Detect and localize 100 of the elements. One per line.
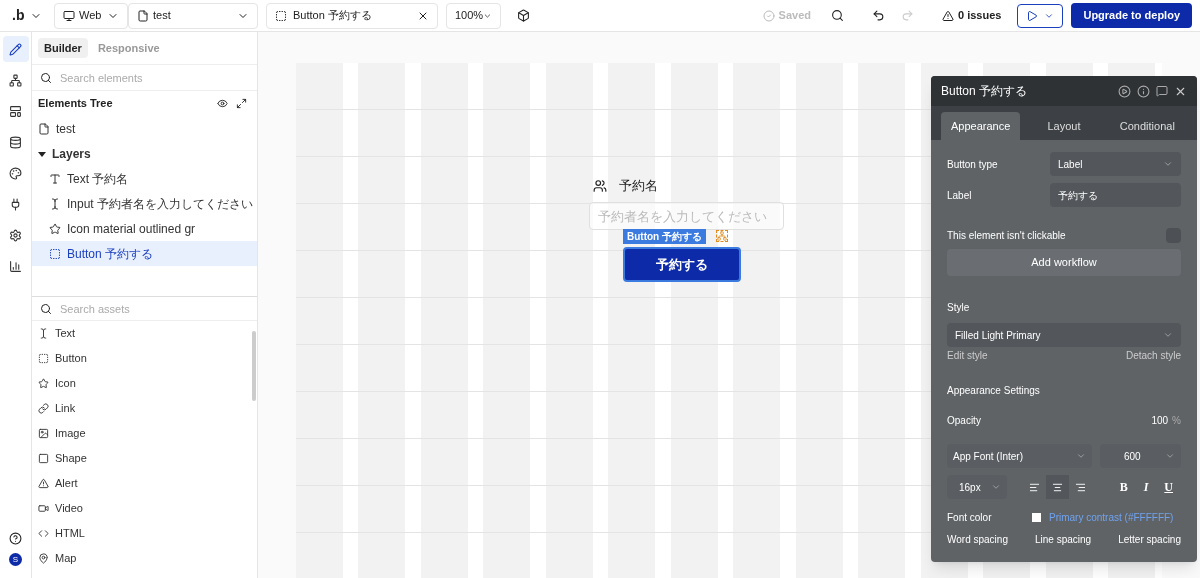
asset-item[interactable]: Text [32, 321, 252, 346]
dashed-square-icon [49, 247, 61, 260]
deploy-button[interactable]: Upgrade to deploy [1071, 3, 1192, 28]
play-icon[interactable] [1118, 84, 1131, 98]
asset-item[interactable]: Video [32, 496, 252, 521]
asset-item[interactable]: Image [32, 421, 252, 446]
undo-icon[interactable] [872, 9, 885, 22]
asset-item[interactable]: Alert [32, 471, 252, 496]
bar-chart-icon [9, 259, 22, 273]
image-icon [38, 428, 49, 439]
zoom-dropdown[interactable]: 100% [446, 2, 501, 29]
color-swatch[interactable] [1032, 512, 1041, 522]
align-left-icon [1029, 481, 1040, 493]
align-button[interactable] [1046, 475, 1069, 499]
video-icon [38, 503, 49, 514]
element-dropdown[interactable]: Button 予約する [266, 2, 438, 29]
caret-icon[interactable] [38, 149, 46, 158]
logo[interactable]: .b [4, 5, 26, 26]
star-icon [38, 378, 49, 389]
size-dropdown[interactable]: 16px [947, 475, 1007, 499]
dashed-square-icon [38, 353, 49, 364]
tree-item[interactable]: Layers [32, 141, 257, 166]
canvas-button[interactable]: 予約する [623, 247, 741, 282]
bold-button[interactable]: B [1119, 478, 1128, 496]
code-icon [38, 528, 49, 539]
expand-icon[interactable] [236, 98, 247, 109]
settings-icon [9, 228, 22, 242]
tree-item[interactable]: Button 予約する [32, 241, 257, 266]
opacity-value[interactable]: 100 [1151, 412, 1169, 428]
detach-style-link[interactable]: Detach style [1125, 348, 1181, 363]
search-icon[interactable] [831, 9, 844, 22]
chevron-down-icon [1163, 159, 1173, 169]
tree-item[interactable]: Text 予約名 [32, 166, 257, 191]
panel-tab[interactable]: Layout [1024, 112, 1104, 140]
star-icon [49, 222, 61, 235]
avatar[interactable]: S [9, 553, 22, 566]
tree-item[interactable]: Input 予約者名を入力してください [32, 191, 257, 216]
field-label: Opacity [947, 413, 981, 428]
preview-button[interactable] [1017, 3, 1064, 28]
add-workflow-button[interactable]: Add workflow [947, 249, 1181, 276]
panel-tab[interactable]: Appearance [941, 112, 1021, 140]
section-heading: Style [947, 301, 971, 315]
cube-icon[interactable] [517, 9, 530, 22]
panel-tab[interactable]: Conditional [1107, 112, 1187, 140]
asset-item[interactable]: Map [32, 546, 252, 571]
tree-item[interactable]: test [32, 116, 257, 141]
selection-tag: Button 予約する [623, 229, 706, 244]
saved-status: Saved [778, 8, 811, 24]
italic-button[interactable]: I [1143, 478, 1149, 496]
panel-tab[interactable]: Builder [38, 38, 88, 58]
button-type-dropdown[interactable]: Label [1050, 152, 1181, 176]
asset-item[interactable]: Shape [32, 446, 252, 471]
chevron-down-icon [1163, 330, 1173, 340]
search-icon [40, 302, 52, 315]
field-label: Button type [947, 157, 999, 172]
warning-icon [942, 9, 954, 22]
align-center-icon [1052, 481, 1063, 493]
align-right-icon [1075, 481, 1086, 493]
input-field[interactable]: 予約者名を入力してください [589, 202, 784, 230]
search-field[interactable]: Search elements [60, 66, 249, 89]
weight-dropdown[interactable]: 600 [1100, 444, 1181, 468]
field-label: Label [947, 188, 973, 203]
field-label: This element isn't clickable [947, 228, 1066, 243]
hierarchy-icon[interactable] [716, 230, 728, 242]
issues-button[interactable]: 0 issues [942, 7, 1002, 24]
section-heading: Appearance Settings [947, 384, 1041, 398]
page-dropdown[interactable]: test [128, 2, 258, 29]
map-pin-icon [38, 553, 49, 564]
database-icon [9, 135, 22, 149]
info-icon[interactable] [1137, 84, 1150, 98]
section-title: Elements Tree [38, 96, 113, 112]
font-dropdown[interactable]: App Font (Inter) [947, 444, 1092, 468]
text-cursor-icon [49, 197, 61, 210]
asset-item[interactable]: Link [32, 396, 252, 421]
link-icon [38, 403, 49, 414]
asset-item[interactable]: Icon [32, 371, 252, 396]
field-label: Line spacing [1035, 533, 1092, 547]
square-icon [38, 453, 49, 464]
label-field[interactable]: 予約する [1050, 183, 1181, 207]
panel-title: Button 予約する [941, 83, 1028, 100]
palette-icon [9, 166, 22, 180]
asset-item[interactable]: Button [32, 346, 252, 371]
dashed-square-icon [275, 9, 287, 22]
warning-icon [38, 478, 49, 489]
field-label: Font color [947, 510, 993, 525]
page-icon [38, 122, 50, 135]
underline-button[interactable]: U [1164, 478, 1173, 496]
canvas-text[interactable]: 予約名 [619, 176, 658, 196]
hierarchy-icon [9, 73, 22, 87]
platform-dropdown[interactable]: Web [54, 2, 128, 29]
pencil-tab[interactable] [2, 36, 29, 62]
comment-icon[interactable] [1156, 85, 1168, 97]
style-dropdown[interactable]: Filled Light Primary [947, 323, 1181, 347]
asset-item[interactable]: HTML [32, 521, 252, 546]
page-icon [137, 9, 149, 22]
eye-icon[interactable] [217, 98, 228, 109]
tree-item[interactable]: Icon material outlined gr [32, 216, 257, 241]
edit-style-link[interactable]: Edit style [947, 348, 988, 363]
help-icon[interactable] [9, 532, 22, 545]
search-field[interactable]: Search assets [60, 298, 249, 319]
